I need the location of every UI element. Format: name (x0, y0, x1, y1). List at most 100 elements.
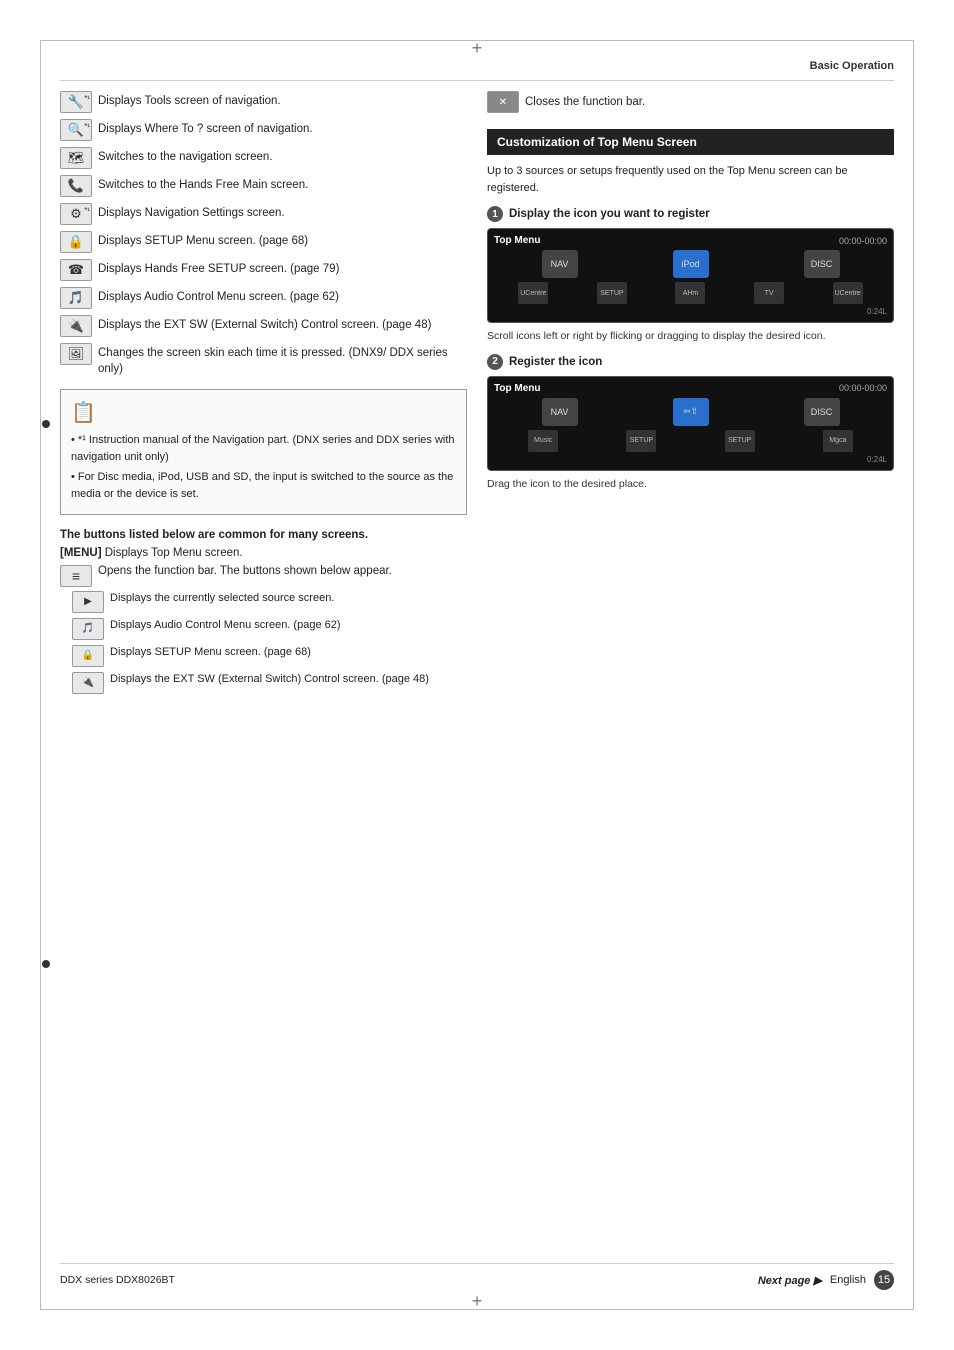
icon-skin: 🖼 (60, 343, 92, 365)
funcbar-icon: ≡ (60, 565, 92, 587)
sub-text-setup: Displays SETUP Menu screen. (page 68) (110, 645, 311, 660)
screen-icon-nav-2: NAV (542, 398, 578, 426)
customization-intro: Up to 3 sources or setups frequently use… (487, 163, 894, 196)
footer-right: Next page ▶ English 15 (758, 1270, 894, 1290)
screen-bottom-icon-4: TV (754, 282, 784, 304)
item-text-tools: Displays Tools screen of navigation. (98, 91, 281, 109)
icon-setup: 🔒 (60, 231, 92, 253)
list-item: 🎵 Displays Audio Control Menu screen. (p… (60, 287, 467, 309)
sub-icon-setup: 🔒 (72, 645, 104, 667)
step1-num: 1 (487, 206, 503, 222)
note-line-1: • *¹ Instruction manual of the Navigatio… (71, 432, 456, 465)
screen-bottom-icon-7: SETUP (626, 430, 656, 452)
list-item: ☎ Displays Hands Free SETUP screen. (pag… (60, 259, 467, 281)
item-text-extsw: Displays the EXT SW (External Switch) Co… (98, 315, 431, 333)
main-content: 🔧 *¹ Displays Tools screen of navigation… (60, 91, 894, 1253)
sub-text-audio: Displays Audio Control Menu screen. (pag… (110, 618, 341, 633)
screen-icon-arrows: ⇦⇧ (673, 398, 709, 426)
next-page-label: Next page ▶ (758, 1274, 822, 1287)
icon-navsettings: ⚙ *¹ (60, 203, 92, 225)
screen-icon-disc-2: DISC (804, 398, 840, 426)
screen-mockup-1: Top Menu 00:00-00:00 NAV iPod DISC UCent… (487, 228, 894, 323)
sub-list: ▶ Displays the currently selected source… (60, 591, 467, 694)
icon-extsw: 🔌 (60, 315, 92, 337)
sub-list-item: 🎵 Displays Audio Control Menu screen. (p… (72, 618, 467, 640)
page-number: 15 (874, 1270, 894, 1290)
page-header: Basic Operation (60, 60, 894, 81)
item-text-hfsetup: Displays Hands Free SETUP screen. (page … (98, 259, 339, 277)
note-icon: 📋 (71, 398, 456, 428)
screen-topbar-1: Top Menu 00:00-00:00 (494, 235, 887, 246)
crosshair-top (472, 38, 483, 59)
screen-time-2: 00:00-00:00 (839, 383, 887, 393)
right-column: ✕ Closes the function bar. Customization… (487, 91, 894, 1253)
note-box: 📋 • *¹ Instruction manual of the Navigat… (60, 389, 467, 515)
screen-icon-ipod: iPod (673, 250, 709, 278)
screen-bottom-icon-2: SETUP (597, 282, 627, 304)
screen-icons-row-2: NAV ⇦⇧ DISC (494, 398, 887, 426)
left-marker-1 (42, 420, 50, 428)
close-bar-row: ✕ Closes the function bar. (487, 91, 894, 113)
sub-icon-source: ▶ (72, 591, 104, 613)
close-bar-text: Closes the function bar. (525, 96, 645, 108)
step2-caption: Drag the icon to the desired place. (487, 477, 894, 492)
screen-icon-disc: DISC (804, 250, 840, 278)
item-text-whereto: Displays Where To ? screen of navigation… (98, 119, 313, 137)
sub-list-item: 🔒 Displays SETUP Menu screen. (page 68) (72, 645, 467, 667)
sub-text-ext: Displays the EXT SW (External Switch) Co… (110, 672, 429, 687)
menu-label: [MENU] (60, 547, 105, 559)
page-footer: DDX series DDX8026BT Next page ▶ English… (60, 1263, 894, 1290)
footer-language: English (830, 1274, 866, 1286)
left-marker-2 (42, 960, 50, 968)
screen-bottom-icon-6: Music (528, 430, 558, 452)
list-item: 🔧 *¹ Displays Tools screen of navigation… (60, 91, 467, 113)
icon-handsfree: 📞 (60, 175, 92, 197)
step2-header: 2 Register the icon (487, 354, 894, 370)
funcbar-text: Opens the function bar. The buttons show… (98, 565, 392, 577)
item-text-audio-control: Displays Audio Control Menu screen. (pag… (98, 287, 339, 305)
common-section-title: The buttons listed below are common for … (60, 529, 467, 541)
step1-label: Display the icon you want to register (509, 208, 710, 220)
screen-status-row-1: 0:24L (494, 307, 887, 316)
step1-caption: Scroll icons left or right by flicking o… (487, 329, 894, 344)
list-item: 🖼 Changes the screen skin each time it i… (60, 343, 467, 377)
list-item: 🔍 *¹ Displays Where To ? screen of navig… (60, 119, 467, 141)
screen-bottom-row-2: Music SETUP SETUP Mgca (494, 430, 887, 452)
step2-label: Register the icon (509, 356, 602, 368)
close-bar-icon: ✕ (487, 91, 519, 113)
screen-bottom-row-1: UCentre SETUP AHm TV UCentre (494, 282, 887, 304)
sub-list-item: 🔌 Displays the EXT SW (External Switch) … (72, 672, 467, 694)
screen-time-1: 00:00-00:00 (839, 236, 887, 246)
sub-icon-audio: 🎵 (72, 618, 104, 640)
icon-hfsetup: ☎ (60, 259, 92, 281)
list-item: 🔌 Displays the EXT SW (External Switch) … (60, 315, 467, 337)
screen-icons-row-1: NAV iPod DISC (494, 250, 887, 278)
sub-text-source: Displays the currently selected source s… (110, 591, 334, 606)
step1-header: 1 Display the icon you want to register (487, 206, 894, 222)
common-section: The buttons listed below are common for … (60, 529, 467, 694)
list-item: 🔒 Displays SETUP Menu screen. (page 68) (60, 231, 467, 253)
screen-mockup-2: Top Menu 00:00-00:00 NAV ⇦⇧ DISC Music S… (487, 376, 894, 471)
list-item: 🗺 Switches to the navigation screen. (60, 147, 467, 169)
page-title: Basic Operation (810, 60, 894, 72)
screen-bottom-icon-1: UCentre (518, 282, 548, 304)
customization-section-title: Customization of Top Menu Screen (487, 129, 894, 155)
screen-icon-nav: NAV (542, 250, 578, 278)
menu-text: Displays Top Menu screen. (105, 547, 243, 559)
icon-nav: 🗺 (60, 147, 92, 169)
item-text-nav: Switches to the navigation screen. (98, 147, 273, 165)
icon-whereto: 🔍 *¹ (60, 119, 92, 141)
screen-status-right-1: 0:24L (867, 307, 887, 316)
screen-label-1: Top Menu (494, 235, 540, 246)
screen-topbar-2: Top Menu 00:00-00:00 (494, 383, 887, 394)
step2-num: 2 (487, 354, 503, 370)
content-wrapper: Basic Operation 🔧 *¹ Displays Tools scre… (60, 60, 894, 1290)
footer-series: DDX series DDX8026BT (60, 1274, 175, 1286)
item-text-handsfree: Switches to the Hands Free Main screen. (98, 175, 308, 193)
screen-status-right-2: 0:24L (867, 455, 887, 464)
left-column: 🔧 *¹ Displays Tools screen of navigation… (60, 91, 467, 1253)
note-line-2: • For Disc media, iPod, USB and SD, the … (71, 469, 456, 502)
screen-bottom-icon-8: SETUP (725, 430, 755, 452)
icon-tools: 🔧 *¹ (60, 91, 92, 113)
screen-label-2: Top Menu (494, 383, 540, 394)
